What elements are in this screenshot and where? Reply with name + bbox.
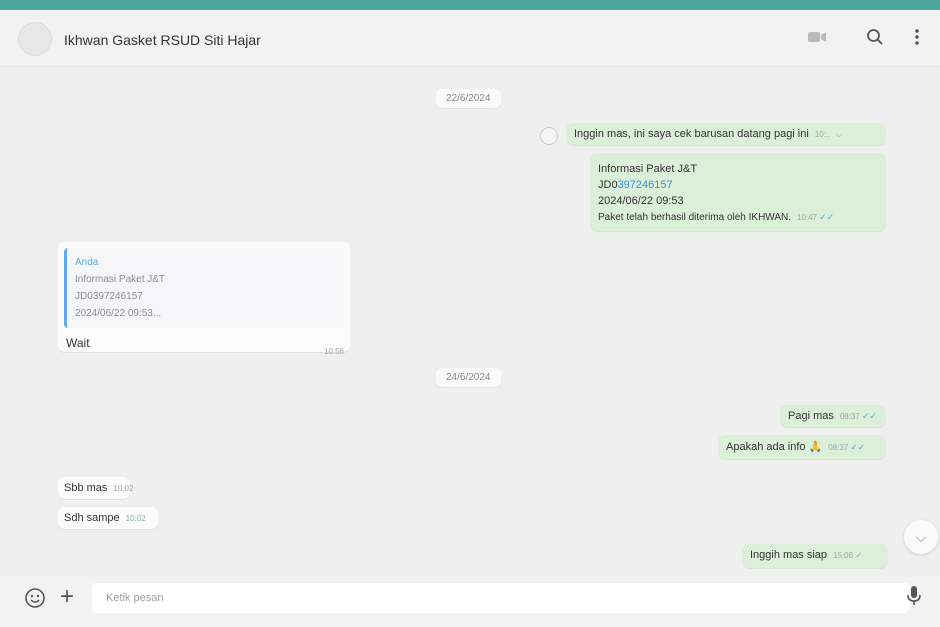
quote-line: 2024/06/22 09:53... — [75, 308, 162, 319]
menu-icon[interactable] — [906, 28, 928, 50]
microphone-icon[interactable] — [906, 585, 926, 607]
chat-header: Ikhwan Gasket RSUD Siti Hajar — [0, 10, 940, 67]
date-separator: 24/6/2024 — [436, 368, 501, 387]
read-tick-icon: ✓✓ — [819, 212, 835, 222]
message-time: 10:02 — [125, 514, 146, 523]
read-tick-icon: ✓✓ — [850, 442, 866, 452]
outgoing-message[interactable]: Pagi mas 08:37 ✓✓ — [780, 405, 886, 427]
chevron-down-icon: ⌵ — [915, 529, 927, 545]
search-icon[interactable] — [864, 28, 886, 50]
window-top-strip — [0, 0, 940, 10]
incoming-message[interactable]: Sbb mas 10:02 — [58, 477, 134, 499]
chat-title[interactable]: Ikhwan Gasket RSUD Siti Hajar — [64, 32, 261, 48]
message-text: Inggin mas, ini saya cek barusan datang … — [574, 128, 809, 140]
date-separator: 22/6/2024 — [436, 89, 501, 108]
message-text: Wait 10:56 — [66, 336, 344, 356]
message-text-line: Informasi Paket J&T — [598, 163, 698, 175]
quote-author: Anda — [75, 257, 99, 268]
quoted-message[interactable]: Anda Informasi Paket J&T JD0397246157 20… — [64, 248, 344, 328]
chevron-down-icon[interactable]: ⌵ — [835, 129, 842, 139]
outgoing-message[interactable]: Inggin mas, ini saya cek barusan datang … — [566, 123, 886, 145]
incoming-reply-message[interactable]: Anda Informasi Paket J&T JD0397246157 20… — [58, 242, 350, 356]
message-time: 08:37 — [828, 443, 849, 452]
outgoing-message[interactable]: Informasi Paket J&T JD0397246157 2024/06… — [590, 153, 886, 231]
message-text: Apakah ada info — [726, 441, 806, 453]
message-time: 15:08 — [833, 551, 854, 560]
tracking-number: JD0397246157 — [598, 179, 673, 191]
message-time: 10:47 — [797, 213, 818, 222]
message-list[interactable]: 22/6/2024 Inggin mas, ini saya cek barus… — [0, 67, 940, 577]
message-input[interactable] — [92, 583, 910, 613]
message-text-line: 2024/06/22 09:53 — [598, 195, 684, 207]
emoji-icon[interactable] — [24, 587, 46, 609]
contact-avatar[interactable] — [18, 22, 52, 56]
incoming-message[interactable]: Sdh sampe 10:02 — [58, 507, 158, 529]
message-text: Inggih mas siap — [750, 549, 828, 561]
message-text-line: Paket telah berhasil diterima oleh IKHWA… — [598, 212, 835, 223]
scroll-down-button[interactable]: ⌵ — [904, 520, 938, 554]
message-composer: + — [0, 577, 940, 627]
message-text: Pagi mas — [788, 410, 834, 422]
message-time: 08:37 — [839, 412, 860, 421]
message-time: 10:56 — [323, 347, 344, 356]
tracking-link[interactable]: 397246157 — [618, 179, 673, 191]
outgoing-message[interactable]: Inggih mas siap 15:08 ✓ — [742, 544, 888, 568]
praying-hands-emoji: 🙏 — [808, 441, 823, 453]
outgoing-message[interactable]: Apakah ada info 🙏 08:37 ✓✓ — [718, 435, 886, 459]
message-text: Sdh sampe — [64, 512, 120, 524]
message-text: Sbb mas — [64, 482, 108, 494]
read-tick-icon: ✓✓ — [861, 411, 877, 421]
sent-tick-icon: ✓ — [855, 550, 863, 560]
video-call-icon[interactable] — [806, 28, 828, 50]
plus-icon[interactable]: + — [60, 583, 74, 611]
message-time: 10:02 — [113, 484, 134, 493]
quote-line: JD0397246157 — [75, 291, 143, 302]
quote-line: Informasi Paket J&T — [75, 274, 166, 285]
message-time: 10:.. — [814, 130, 831, 139]
select-message-icon[interactable] — [540, 127, 558, 145]
